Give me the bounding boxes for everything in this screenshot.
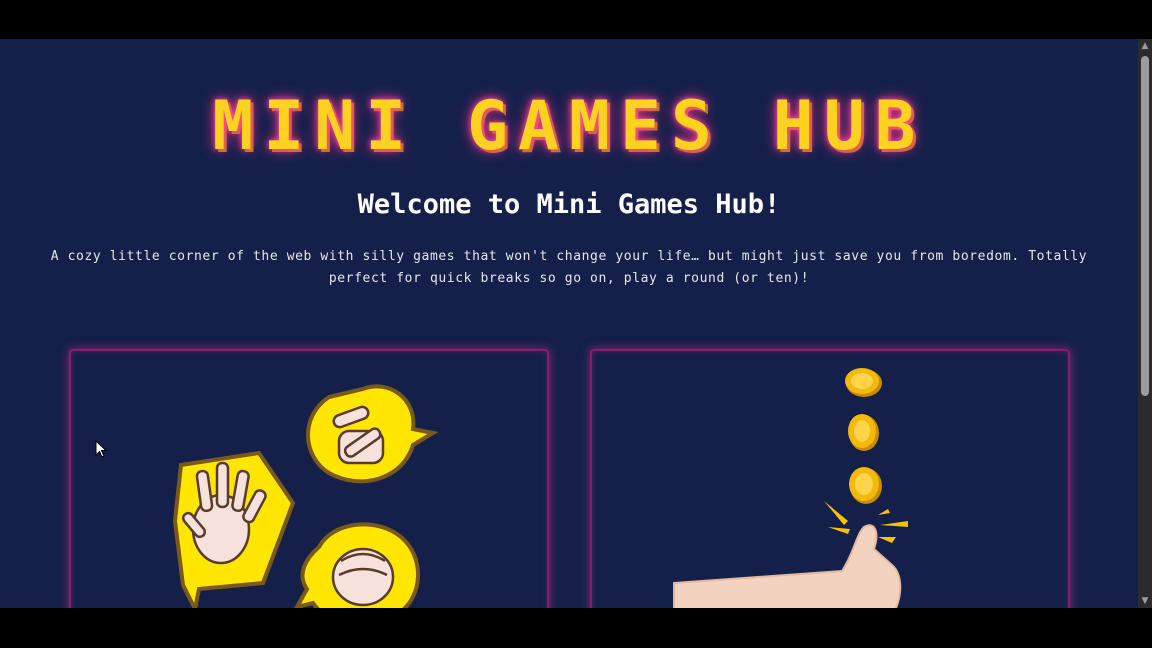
site-title: MINI GAMES HUB: [212, 87, 926, 166]
top-black-bar: [0, 0, 1152, 39]
scroll-down-arrow-icon[interactable]: ▼: [1138, 594, 1152, 608]
scroll-up-arrow-icon[interactable]: ▲: [1138, 39, 1152, 53]
intro-text: A cozy little corner of the web with sil…: [45, 246, 1093, 290]
page-viewport: MINI GAMES HUB Welcome to Mini Games Hub…: [0, 39, 1138, 608]
scrollbar-thumb[interactable]: [1141, 56, 1149, 396]
page-scrollbar[interactable]: ▲ ▼: [1138, 39, 1152, 608]
intro-line-2: perfect for quick breaks so go on, play …: [328, 271, 810, 286]
bottom-black-bar: [0, 608, 1152, 648]
intro-line-1: A cozy little corner of the web with sil…: [50, 249, 1088, 264]
rock-paper-scissors-icon: [172, 384, 439, 608]
coin-flip-card[interactable]: [590, 349, 1070, 608]
rock-paper-scissors-card[interactable]: [69, 349, 549, 608]
coin-flip-icon: [673, 368, 908, 608]
mouse-cursor-icon: [95, 440, 108, 458]
welcome-heading: Welcome to Mini Games Hub!: [357, 189, 781, 220]
